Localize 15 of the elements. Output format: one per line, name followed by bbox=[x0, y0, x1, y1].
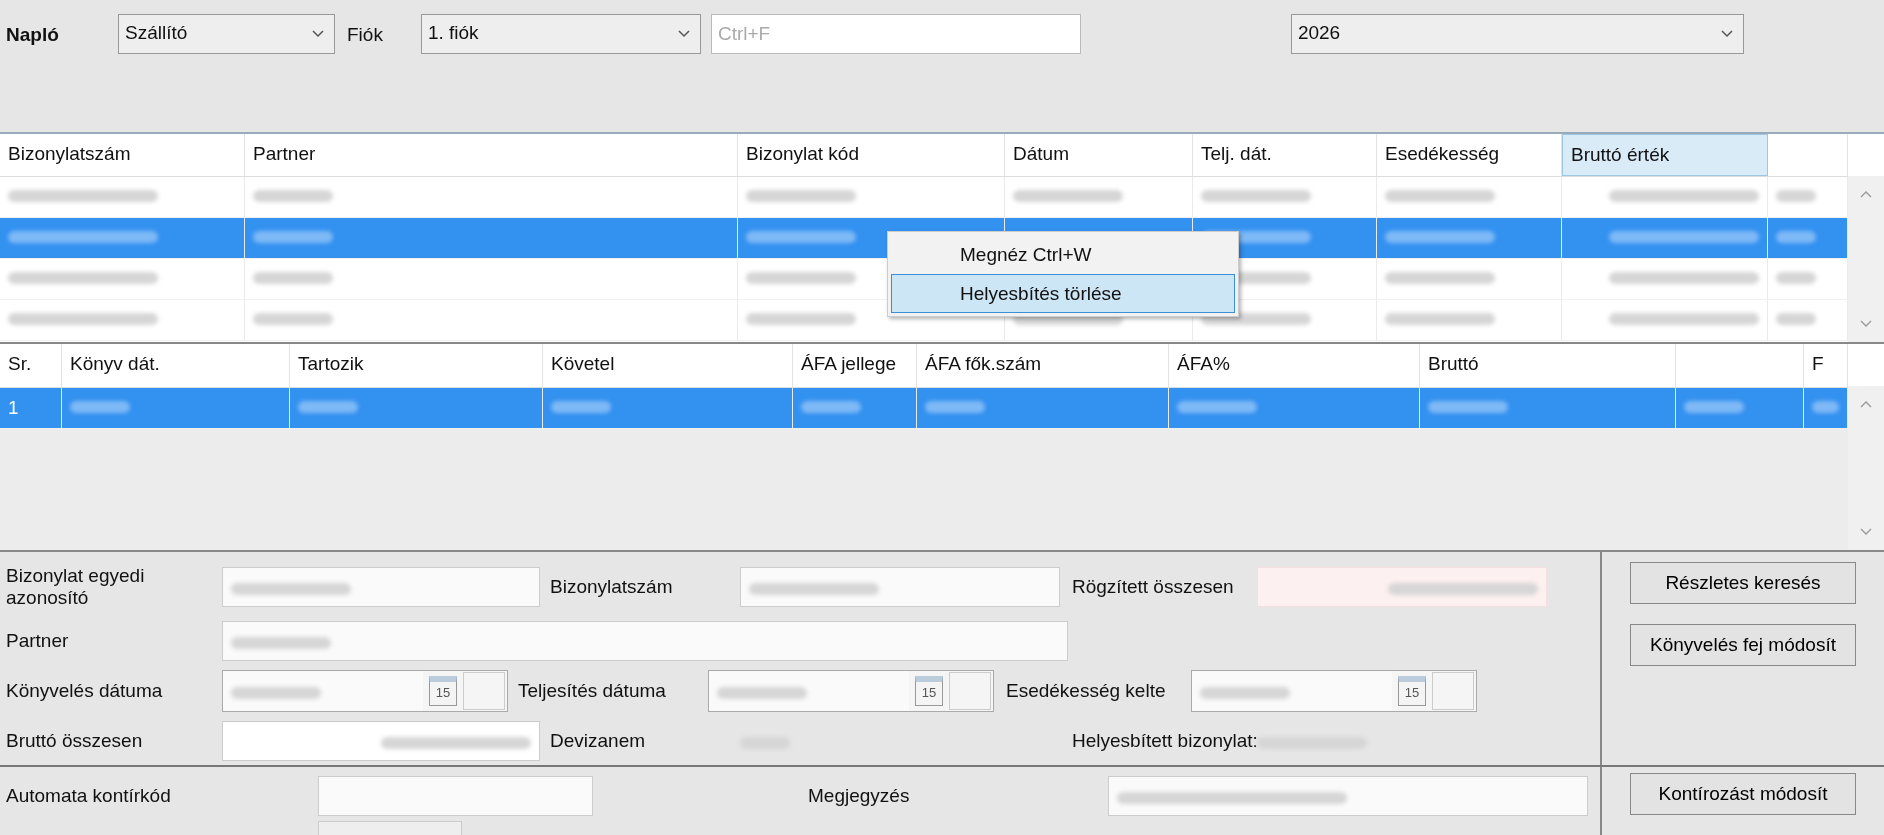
field-label: Könyvelés dátuma bbox=[5, 680, 164, 702]
branch-label: Fiók bbox=[347, 24, 383, 46]
field-label: Bruttó összesen bbox=[5, 730, 144, 752]
field-label: Helyesbített bizonylat: bbox=[1071, 730, 1257, 752]
field-label: Megjegyzés bbox=[808, 785, 911, 807]
field-label: Partner bbox=[5, 630, 70, 652]
field-label: Bizonylat egyedi azonosító bbox=[5, 565, 146, 609]
journal-label: Napló bbox=[6, 24, 60, 46]
table-cell-text: 1 bbox=[8, 397, 19, 420]
field-label: Teljesítés dátuma bbox=[517, 680, 667, 702]
field-label: Devizanem bbox=[549, 730, 647, 752]
field-label: Bizonylatszám bbox=[549, 576, 674, 598]
field-label: Rögzített összesen bbox=[1071, 576, 1235, 598]
field-label: Automata kontírkód bbox=[5, 785, 172, 807]
field-label: Esedékesség kelte bbox=[1005, 680, 1167, 702]
